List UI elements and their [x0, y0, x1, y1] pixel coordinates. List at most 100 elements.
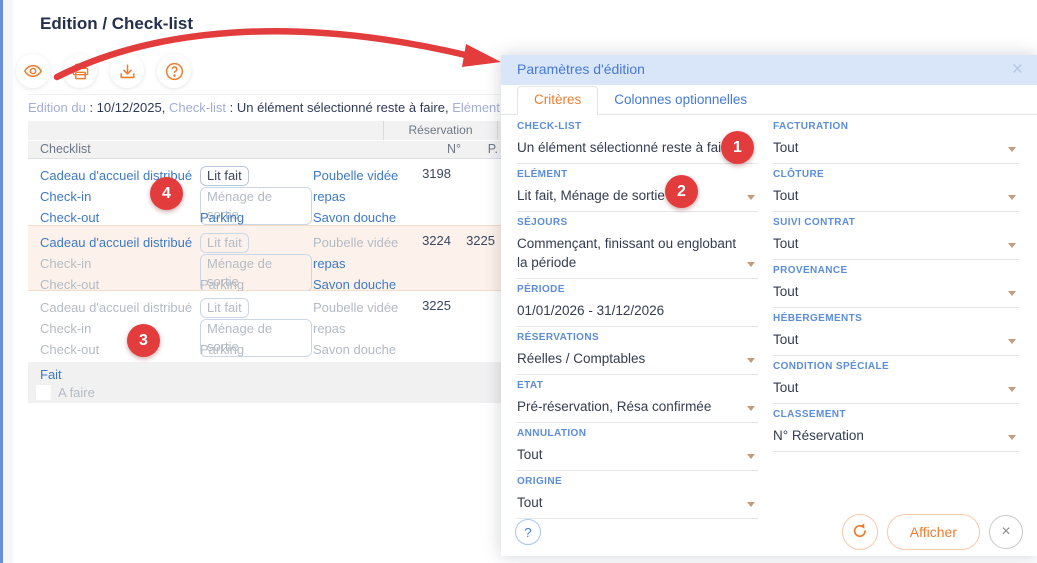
chevron-down-icon: [1008, 387, 1016, 392]
reservation-number: 3225: [396, 298, 451, 313]
field-value-r-servations[interactable]: Réelles / Comptables: [517, 346, 758, 375]
checklist-item: Lit fait: [200, 298, 249, 318]
info-label-checklist: Check-list: [169, 100, 230, 115]
checklist-item: Parking: [200, 210, 244, 225]
table-row[interactable]: Cadeau d'accueil distribuéCheck-inCheck-…: [28, 159, 502, 225]
field-value-text: N° Réservation: [773, 428, 864, 443]
panel-tabs: CritèresColonnes optionnelles: [501, 85, 1037, 115]
checklist-item: Poubelle vidée: [313, 168, 398, 183]
field-label: PÉRIODE: [517, 284, 758, 296]
preview-button[interactable]: [16, 54, 50, 88]
field-value-classement[interactable]: N° Réservation: [773, 423, 1019, 452]
field-value-text: Tout: [773, 284, 799, 299]
table-row[interactable]: Cadeau d'accueil distribuéCheck-inCheck-…: [28, 225, 502, 291]
checklist-item: Lit fait: [200, 233, 249, 253]
field-value-provenance[interactable]: Tout: [773, 279, 1019, 308]
criteria-fields-right: FACTURATIONToutCLÔTUREToutSUIVI CONTRATT…: [773, 121, 1019, 457]
close-icon: ×: [1001, 523, 1010, 541]
table-group-header-row: Réservation: [28, 121, 502, 140]
group-header-reservation: Réservation: [383, 121, 498, 140]
tab-crit-res[interactable]: Critères: [517, 86, 598, 115]
chevron-down-icon: [747, 195, 755, 200]
field-label: SÉJOURS: [517, 217, 758, 229]
field-label: CHECK-LIST: [517, 121, 758, 133]
annotation-circle-2: 2: [665, 175, 698, 208]
checklist-item: Poubelle vidée: [313, 235, 398, 250]
field-value-el-ment[interactable]: Lit fait, Ménage de sortie: [517, 183, 758, 212]
print-button[interactable]: [63, 54, 97, 88]
field-label: ETAT: [517, 380, 758, 392]
checklist-cell: Lit faitMénage de sortieParking: [200, 166, 312, 229]
help-button[interactable]: [157, 54, 191, 88]
field-value-etat[interactable]: Pré-réservation, Résa confirmée: [517, 394, 758, 423]
checklist-cell: Lit faitMénage de sortieParking: [200, 298, 312, 361]
annotation-circle-4: 4: [150, 177, 183, 210]
chevron-down-icon: [747, 262, 755, 267]
criteria-fields-left: CHECK-LISTUn élément sélectionné reste à…: [517, 121, 758, 524]
panel-footer: ? Afficher ×: [501, 508, 1037, 556]
legend-fait-label: Fait: [40, 367, 62, 382]
chevron-down-icon: [1008, 339, 1016, 344]
reservation-number: 3224: [396, 233, 451, 248]
field-label: CONDITION SPÉCIALE: [773, 361, 1019, 373]
field-label: CLASSEMENT: [773, 409, 1019, 421]
panel-footer-close-button[interactable]: ×: [989, 515, 1023, 549]
reservation-number-p: 3225: [455, 233, 495, 248]
tab-colonnes-optionnelles[interactable]: Colonnes optionnelles: [598, 87, 763, 114]
field-suivi-contrat: SUIVI CONTRAT Tout: [773, 217, 1019, 260]
field-classement: CLASSEMENT N° Réservation: [773, 409, 1019, 452]
printer-icon: [71, 62, 90, 81]
field-etat: ETAT Pré-réservation, Résa confirmée: [517, 380, 758, 423]
checklist-item: Parking: [200, 277, 244, 292]
page-title: Edition / Check-list: [40, 14, 193, 34]
edition-info-line: Edition du : 10/12/2025, Check-list : Un…: [28, 94, 502, 120]
legend: Fait A faire: [28, 362, 502, 403]
field-label: RÉSERVATIONS: [517, 332, 758, 344]
field-el-ment: ELÉMENTLit fait, Ménage de sortie: [517, 169, 758, 212]
edit-parameters-panel: Paramètres d'édition × CritèresColonnes …: [501, 55, 1037, 556]
info-label-edition-du: Edition du: [28, 100, 89, 115]
panel-help-button[interactable]: ?: [515, 519, 541, 545]
info-value-edition-du: : 10/12/2025,: [89, 100, 169, 115]
table-row[interactable]: Cadeau d'accueil distribuéCheck-inCheck-…: [28, 291, 502, 357]
checklist-item: Lit fait: [200, 166, 249, 186]
checklist-item: Savon douche: [313, 277, 396, 292]
table-header-row: Checklist N° P.: [28, 141, 502, 159]
field-value-condition-sp-ciale[interactable]: Tout: [773, 375, 1019, 404]
field-value-cl-ture[interactable]: Tout: [773, 183, 1019, 212]
legend-a-faire-label: A faire: [58, 385, 95, 400]
field-value-facturation[interactable]: Tout: [773, 135, 1019, 164]
reset-icon: [851, 522, 869, 543]
panel-header-close-icon[interactable]: ×: [1012, 57, 1023, 83]
checklist-item: Cadeau d'accueil distribué: [40, 235, 192, 250]
field-value-text: Tout: [773, 188, 799, 203]
checklist-item: Cadeau d'accueil distribué: [40, 300, 192, 315]
field-provenance: PROVENANCE Tout: [773, 265, 1019, 308]
field-value-h-bergements[interactable]: Tout: [773, 327, 1019, 356]
info-label-element: Elément: [452, 100, 502, 115]
column-header-p: P.: [488, 142, 498, 156]
field-value-suivi-contrat[interactable]: Tout: [773, 231, 1019, 260]
annotation-circle-1: 1: [721, 131, 754, 164]
reset-button[interactable]: [842, 514, 878, 550]
info-value-checklist: : Un élément sélectionné reste à faire,: [230, 100, 453, 115]
field-label: PROVENANCE: [773, 265, 1019, 277]
field-label: ORIGINE: [517, 476, 758, 488]
field-p-riode: PÉRIODE 01/01/2026 - 31/12/2026: [517, 284, 758, 327]
checklist-item: Poubelle vidée: [313, 300, 398, 315]
annotation-circle-3: 3: [127, 324, 160, 357]
chevron-down-icon: [1008, 147, 1016, 152]
field-label: HÉBERGEMENTS: [773, 313, 1019, 325]
field-value-s-jours[interactable]: Commençant, finissant ou englobant la pé…: [517, 231, 758, 279]
field-label: SUIVI CONTRAT: [773, 217, 1019, 229]
field-value-annulation[interactable]: Tout: [517, 442, 758, 471]
afficher-button[interactable]: Afficher: [887, 514, 980, 550]
field-value-p-riode[interactable]: 01/01/2026 - 31/12/2026: [517, 298, 758, 327]
field-annulation: ANNULATIONTout: [517, 428, 758, 471]
download-button[interactable]: [110, 54, 144, 88]
field-value-text: Tout: [773, 236, 799, 251]
legend-todo-swatch: [36, 385, 51, 400]
reservation-number: 3198: [396, 166, 451, 181]
chevron-down-icon: [747, 406, 755, 411]
chevron-down-icon: [1008, 243, 1016, 248]
